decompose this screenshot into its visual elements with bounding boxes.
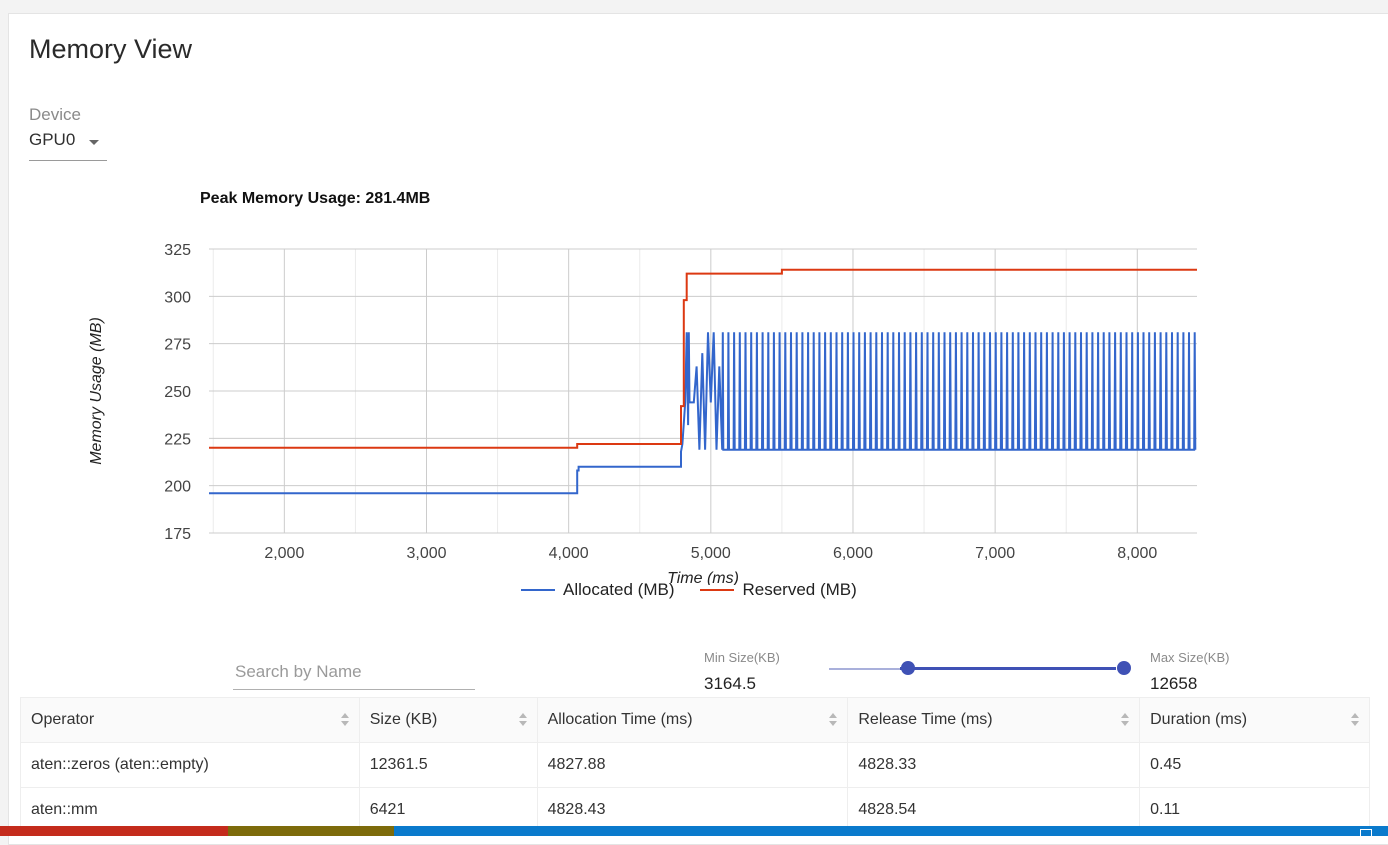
min-size-label: Min Size(KB) xyxy=(704,650,780,665)
y-tick-label: 275 xyxy=(164,337,191,354)
cell-release-time: 4828.33 xyxy=(847,742,1141,788)
x-tick-label: 6,000 xyxy=(833,545,873,562)
chevron-down-icon xyxy=(89,140,99,145)
page-title: Memory View xyxy=(29,34,193,64)
cell-size: 12361.5 xyxy=(358,742,538,788)
status-bar-segment-error[interactable] xyxy=(0,826,228,836)
cell-operator: aten::zeros (aten::empty) xyxy=(20,742,360,788)
legend-item-reserved[interactable]: Reserved (MB) xyxy=(700,580,857,600)
y-tick-label: 300 xyxy=(164,289,191,306)
column-header-allocation-time[interactable]: Allocation Time (ms) xyxy=(536,697,849,743)
x-tick-label: 7,000 xyxy=(975,545,1015,562)
column-header-operator[interactable]: Operator xyxy=(20,697,360,743)
min-size-value: 3164.5 xyxy=(704,674,756,693)
status-bar-segment-warning[interactable] xyxy=(228,826,394,836)
search-field xyxy=(233,653,477,690)
device-select[interactable]: GPU0 xyxy=(29,130,107,161)
legend-item-allocated[interactable]: Allocated (MB) xyxy=(521,580,674,600)
y-tick-label: 225 xyxy=(164,431,191,448)
y-axis-title: Memory Usage (MB) xyxy=(88,317,105,465)
sort-icon xyxy=(1121,713,1130,727)
sort-icon xyxy=(518,713,527,727)
column-header-size[interactable]: Size (KB) xyxy=(358,697,538,743)
header-label: Operator xyxy=(31,711,95,728)
cell-duration: 0.45 xyxy=(1139,742,1370,788)
size-slider-fill xyxy=(900,667,1116,670)
legend-swatch-allocated xyxy=(521,589,555,591)
x-tick-label: 5,000 xyxy=(691,545,731,562)
memory-events-table: Operator Size (KB) Allocation Time (ms) … xyxy=(20,697,1370,833)
sort-icon xyxy=(1351,713,1359,727)
memory-chart: 325 300 275 250 225 200 175 2,000 3,000 4,000 5,00… xyxy=(88,242,1197,585)
cell-allocation-time: 4827.88 xyxy=(536,742,849,788)
series-line-allocated xyxy=(209,332,1197,495)
max-size-value: 12658 xyxy=(1150,674,1198,693)
header-label: Duration (ms) xyxy=(1150,711,1248,728)
x-tick-label: 8,000 xyxy=(1117,545,1157,562)
x-tick-label: 4,000 xyxy=(549,545,589,562)
column-header-release-time[interactable]: Release Time (ms) xyxy=(847,697,1141,743)
header-label: Release Time (ms) xyxy=(858,711,993,728)
legend-label-allocated: Allocated (MB) xyxy=(563,580,675,599)
column-header-duration[interactable]: Duration (ms) xyxy=(1139,697,1370,743)
size-slider-min-thumb[interactable] xyxy=(901,661,915,675)
chart-title: Peak Memory Usage: 281.4MB xyxy=(200,190,431,207)
device-label: Device xyxy=(29,105,81,124)
legend-label-reserved: Reserved (MB) xyxy=(742,580,857,599)
size-slider-max-thumb[interactable] xyxy=(1117,661,1131,675)
header-label: Size (KB) xyxy=(369,711,438,728)
table-header-row: Operator Size (KB) Allocation Time (ms) … xyxy=(20,697,1370,743)
y-tick-label: 175 xyxy=(164,526,191,543)
y-tick-label: 325 xyxy=(164,242,191,259)
device-value: GPU0 xyxy=(29,130,76,149)
legend-swatch-reserved xyxy=(700,589,735,591)
table-row[interactable]: aten::zeros (aten::empty) 12361.5 4827.8… xyxy=(20,742,1370,788)
y-tick-label: 250 xyxy=(164,384,191,401)
search-input[interactable] xyxy=(233,661,477,683)
max-size-label: Max Size(KB) xyxy=(1150,650,1230,665)
x-tick-label: 2,000 xyxy=(264,545,304,562)
x-tick-label: 3,000 xyxy=(406,545,446,562)
sort-icon xyxy=(829,713,838,727)
status-bar xyxy=(0,826,1388,837)
sort-icon xyxy=(340,713,349,727)
header-label: Allocation Time (ms) xyxy=(547,711,693,728)
chart-legend: Allocated (MB) Reserved (MB) xyxy=(521,580,883,600)
y-tick-label: 200 xyxy=(164,479,191,496)
